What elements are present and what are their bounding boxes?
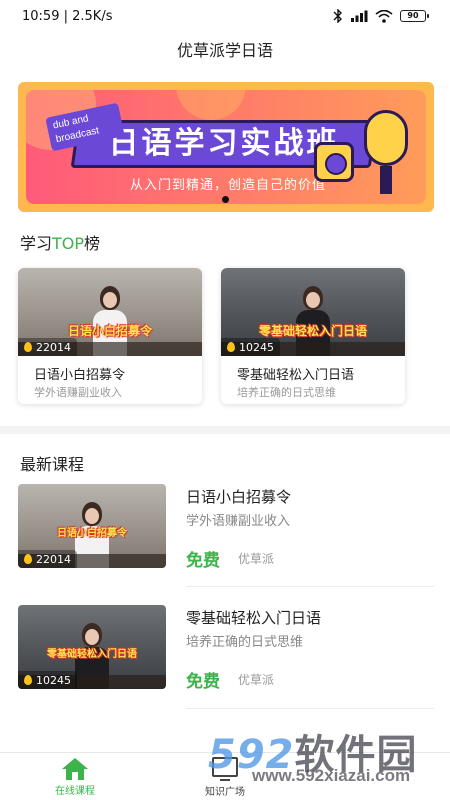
home-icon <box>62 757 88 780</box>
course-thumbnail: 日语小白招募令 22014 <box>18 484 166 568</box>
flame-icon <box>24 675 32 685</box>
microphone-illustration <box>364 110 408 166</box>
radio-illustration <box>314 142 354 182</box>
view-count-value: 22014 <box>36 552 71 566</box>
course-list-item[interactable]: 日语小白招募令 22014 日语小白招募令 学外语赚副业收入 免费 优草派 <box>18 484 434 574</box>
cellular-signal-icon <box>351 10 368 22</box>
view-count-value: 22014 <box>36 340 71 354</box>
course-price: 免费 <box>186 551 220 571</box>
course-subtitle: 培养正确的日式思维 <box>186 635 304 650</box>
view-count-value: 10245 <box>239 340 274 354</box>
thumbnail-caption: 零基础轻松入门日语 <box>47 649 137 660</box>
status-time: 10:59 <box>22 8 60 24</box>
flame-icon <box>227 342 235 352</box>
top-title-suffix: 榜 <box>84 234 101 253</box>
promo-banner[interactable]: 日语学习实战班 从入门到精通，创造自己的价值 dub and broadcast <box>18 82 434 212</box>
bottom-tab-bar: 在线课程 知识广场 <box>0 752 450 800</box>
card-title: 零基础轻松入门日语 <box>237 368 355 383</box>
banner-card: 日语学习实战班 从入门到精通，创造自己的价值 dub and broadcast <box>26 90 426 204</box>
flame-icon <box>24 342 32 352</box>
tab-knowledge-square[interactable]: 知识广场 <box>150 753 300 800</box>
top-course-card[interactable]: 零基础轻松入门日语 10245 零基础轻松入门日语 培养正确的日式思维 <box>221 268 405 404</box>
row-divider <box>186 708 434 709</box>
course-title: 零基础轻松入门日语 <box>186 609 322 627</box>
row-divider <box>186 586 434 587</box>
course-thumbnail: 日语小白招募令 22014 <box>18 268 202 356</box>
tab-online-courses[interactable]: 在线课程 <box>0 753 150 800</box>
course-price: 免费 <box>186 672 220 692</box>
card-subtitle: 培养正确的日式思维 <box>237 386 336 399</box>
status-separator: | <box>63 8 73 24</box>
top-title-accent: TOP <box>52 234 85 253</box>
course-subtitle: 学外语赚副业收入 <box>186 514 291 529</box>
app-header: 优草派学日语 <box>0 32 450 66</box>
view-count: 10245 <box>18 671 77 689</box>
section-divider <box>0 426 450 434</box>
course-thumbnail: 零基础轻松入门日语 10245 <box>221 268 405 356</box>
wifi-icon <box>375 9 393 23</box>
tab-label: 知识广场 <box>205 786 245 798</box>
banner-page-indicator <box>222 196 229 203</box>
top-course-card[interactable]: 日语小白招募令 22014 日语小白招募令 学外语赚副业收入 <box>18 268 202 404</box>
card-title: 日语小白招募令 <box>34 368 126 383</box>
flame-icon <box>24 554 32 564</box>
thumbnail-caption: 日语小白招募令 <box>57 528 127 539</box>
course-teacher: 优草派 <box>238 673 275 687</box>
course-list-item[interactable]: 零基础轻松入门日语 10245 零基础轻松入门日语 培养正确的日式思维 免费 优… <box>18 605 434 695</box>
course-teacher: 优草派 <box>238 552 275 566</box>
view-count: 10245 <box>221 338 280 356</box>
page-title: 优草派学日语 <box>176 41 273 60</box>
status-bar: 10:59 | 2.5K/s 90 <box>0 0 450 32</box>
course-thumbnail: 零基础轻松入门日语 10245 <box>18 605 166 689</box>
course-title: 日语小白招募令 <box>186 488 292 506</box>
status-network-speed: 2.5K/s <box>72 8 113 24</box>
top-title-prefix: 学习 <box>20 234 53 253</box>
monitor-icon <box>212 756 238 781</box>
status-icons: 90 <box>333 9 429 23</box>
latest-section-title: 最新课程 <box>20 455 85 474</box>
thumbnail-caption: 零基础轻松入门日语 <box>258 324 367 338</box>
banner-deco-circle <box>176 90 246 120</box>
tab-label: 在线课程 <box>55 785 95 797</box>
battery-indicator: 90 <box>400 10 429 22</box>
thumbnail-caption: 日语小白招募令 <box>67 324 152 338</box>
view-count: 22014 <box>18 550 77 568</box>
bluetooth-icon <box>333 9 342 23</box>
status-left: 10:59 | 2.5K/s <box>22 9 112 24</box>
view-count: 22014 <box>18 338 77 356</box>
microphone-stand <box>380 166 392 194</box>
top-section-title: 学习TOP榜 <box>20 230 100 254</box>
view-count-value: 10245 <box>36 673 71 687</box>
card-subtitle: 学外语赚副业收入 <box>34 386 122 399</box>
